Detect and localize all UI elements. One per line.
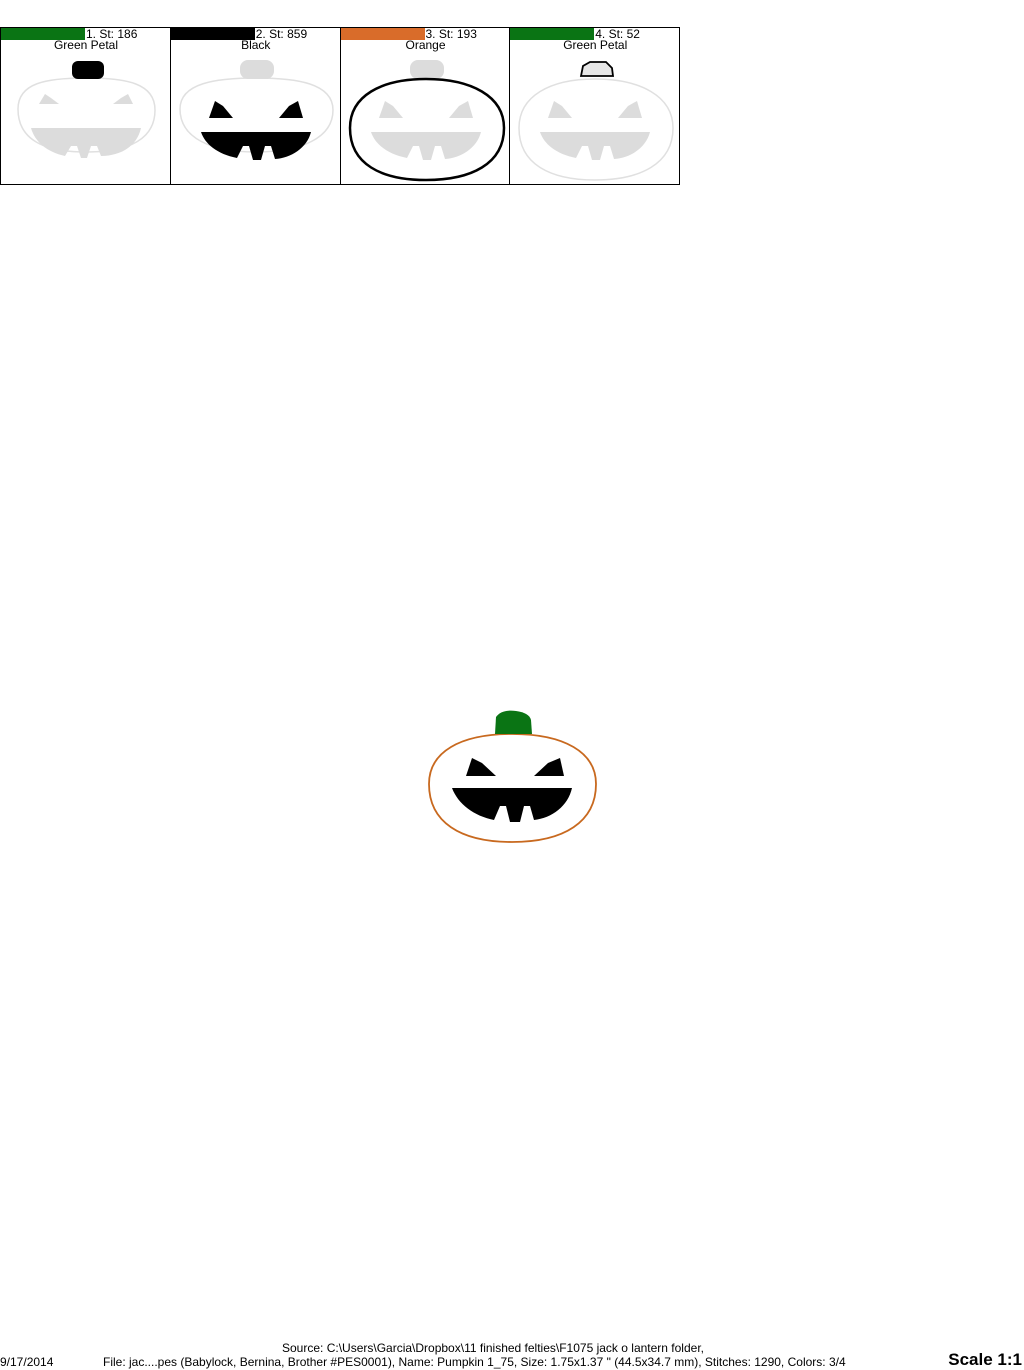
color-step-3: 3. St: 193 Orange: [340, 28, 511, 184]
pumpkin-design-preview: [428, 710, 597, 843]
step-preview-image: [17, 61, 156, 158]
stem-outline-shape: [580, 61, 615, 77]
pumpkin-stem: [495, 710, 532, 734]
face-ghost: [540, 101, 651, 160]
stem-ghost: [409, 60, 444, 79]
face-ghost: [31, 94, 141, 158]
color-step-4: 4. St: 52 Green Petal: [510, 28, 680, 184]
color-step-2: 2. St: 859 Black: [170, 28, 341, 184]
embroidery-preview-page: 1. St: 186 Green Petal 2. St: 859 Black: [0, 0, 1024, 1370]
stem-shape: [72, 61, 104, 79]
file-info-text: File: jac....pes (Babylock, Bernina, Bro…: [103, 1355, 846, 1369]
source-path-text: Source: C:\Users\Garcia\Dropbox\11 finis…: [282, 1341, 704, 1355]
color-steps-strip: 1. St: 186 Green Petal 2. St: 859 Black: [0, 27, 680, 185]
print-footer: Source: C:\Users\Garcia\Dropbox\11 finis…: [0, 1338, 1024, 1370]
color-step-1: 1. St: 186 Green Petal: [1, 28, 171, 184]
stem-ghost: [239, 60, 274, 79]
step-preview-image: [348, 60, 505, 182]
print-date: 9/17/2014: [0, 1355, 54, 1369]
face-ghost: [370, 101, 481, 160]
pumpkin-ghost: [518, 78, 675, 181]
pumpkin-outline-shape: [348, 77, 505, 182]
face-shape: [200, 101, 311, 160]
scale-label: Scale 1:1: [948, 1350, 1022, 1369]
step-preview-image: [518, 61, 675, 181]
step-preview-image: [178, 60, 334, 160]
